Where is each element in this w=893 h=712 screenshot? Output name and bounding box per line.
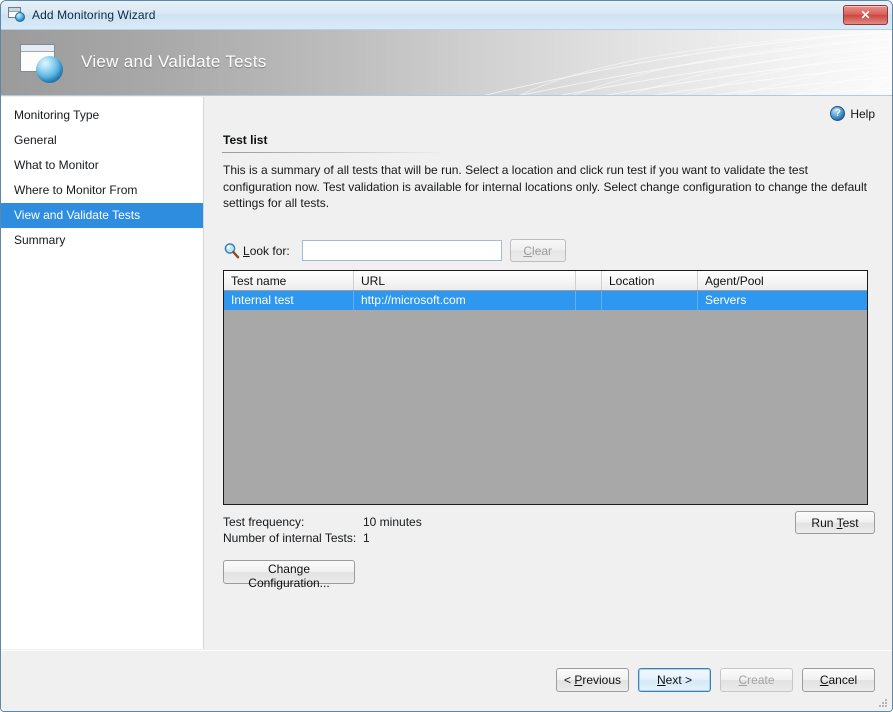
help-label: Help bbox=[850, 107, 875, 121]
banner-mesh-decoration bbox=[422, 30, 892, 96]
help-link[interactable]: ? Help bbox=[830, 106, 875, 121]
stat-test-frequency-label: Test frequency: bbox=[223, 514, 363, 530]
clear-rest: lear bbox=[532, 244, 552, 258]
search-label-rest: ook for: bbox=[250, 244, 290, 258]
search-label: Look for: bbox=[243, 244, 290, 258]
column-header-url[interactable]: URL bbox=[354, 271, 576, 290]
resize-grip-icon[interactable] bbox=[877, 697, 889, 709]
question-mark-circle-icon: ? bbox=[830, 106, 845, 121]
next-accel: N bbox=[657, 673, 666, 687]
change-config-pre: Chan bbox=[268, 562, 297, 576]
table-header-row: Test name URL Location Agent/Pool bbox=[224, 271, 867, 291]
cancel-button[interactable]: Cancel bbox=[802, 668, 875, 692]
stat-internal-tests: Number of internal Tests: 1 bbox=[223, 530, 422, 546]
cancel-post: ancel bbox=[828, 673, 857, 687]
test-list-table[interactable]: Test name URL Location Agent/Pool Intern… bbox=[223, 270, 868, 505]
create-button[interactable]: Create bbox=[720, 668, 793, 692]
column-header-blank[interactable] bbox=[576, 271, 602, 290]
sidebar-item-view-and-validate-tests[interactable]: View and Validate Tests bbox=[1, 203, 203, 228]
wizard-step-list: Monitoring Type General What to Monitor … bbox=[1, 97, 204, 649]
window-icon bbox=[8, 7, 26, 23]
cell-url: http://microsoft.com bbox=[354, 291, 576, 310]
cell-location bbox=[602, 291, 698, 310]
next-button[interactable]: Next > bbox=[638, 668, 711, 692]
previous-post: revious bbox=[582, 673, 621, 687]
sidebar-item-general[interactable]: General bbox=[1, 128, 203, 153]
sidebar-item-what-to-monitor[interactable]: What to Monitor bbox=[1, 153, 203, 178]
sidebar-item-summary[interactable]: Summary bbox=[1, 228, 203, 253]
footer-button-group: < Previous Next > Create Cancel bbox=[556, 668, 875, 692]
stat-internal-tests-label: Number of internal Tests: bbox=[223, 530, 363, 546]
next-post: ext > bbox=[666, 673, 692, 687]
cell-blank bbox=[576, 291, 602, 310]
close-button[interactable]: ✕ bbox=[843, 5, 888, 25]
wizard-window: Add Monitoring Wizard ✕ bbox=[0, 0, 893, 712]
cell-agent-pool: Servers bbox=[698, 291, 867, 310]
stat-test-frequency-value: 10 minutes bbox=[363, 514, 422, 530]
previous-pre: < bbox=[564, 673, 574, 687]
stat-test-frequency: Test frequency: 10 minutes bbox=[223, 514, 422, 530]
title-divider bbox=[222, 152, 442, 153]
title-bar: Add Monitoring Wizard ✕ bbox=[1, 1, 892, 30]
wizard-footer: < Previous Next > Create Cancel bbox=[1, 650, 892, 711]
run-test-post: est bbox=[843, 516, 859, 530]
banner-wizard-icon bbox=[19, 42, 65, 86]
banner-heading: View and Validate Tests bbox=[81, 52, 267, 72]
previous-button[interactable]: < Previous bbox=[556, 668, 629, 692]
column-header-location[interactable]: Location bbox=[602, 271, 698, 290]
page-title: Test list bbox=[223, 133, 267, 147]
stat-internal-tests-value: 1 bbox=[363, 530, 370, 546]
wizard-banner: View and Validate Tests bbox=[1, 30, 892, 96]
column-header-agent-pool[interactable]: Agent/Pool bbox=[698, 271, 867, 290]
page-description: This is a summary of all tests that will… bbox=[223, 162, 868, 212]
cell-test-name: Internal test bbox=[224, 291, 354, 310]
test-summary-stats: Test frequency: 10 minutes Number of int… bbox=[223, 514, 422, 546]
sidebar-item-where-to-monitor-from[interactable]: Where to Monitor From bbox=[1, 178, 203, 203]
search-row: Look for: Clear bbox=[223, 239, 566, 262]
run-test-pre: Run bbox=[811, 516, 836, 530]
magnifier-icon bbox=[223, 242, 240, 259]
column-header-test-name[interactable]: Test name bbox=[224, 271, 354, 290]
window-title: Add Monitoring Wizard bbox=[32, 8, 155, 22]
clear-button[interactable]: Clear bbox=[510, 239, 566, 262]
sidebar-item-monitoring-type[interactable]: Monitoring Type bbox=[1, 103, 203, 128]
content-pane: ? Help Test list This is a summary of al… bbox=[205, 97, 892, 649]
create-accel: C bbox=[738, 673, 747, 687]
search-label-accel: L bbox=[243, 244, 250, 258]
create-post: reate bbox=[747, 673, 774, 687]
clear-accel: C bbox=[523, 244, 532, 258]
run-test-button[interactable]: Run Test bbox=[795, 511, 875, 534]
change-configuration-button[interactable]: Change Configuration... bbox=[223, 560, 355, 584]
table-row[interactable]: Internal test http://microsoft.com Serve… bbox=[224, 291, 867, 310]
search-input[interactable] bbox=[302, 240, 502, 261]
